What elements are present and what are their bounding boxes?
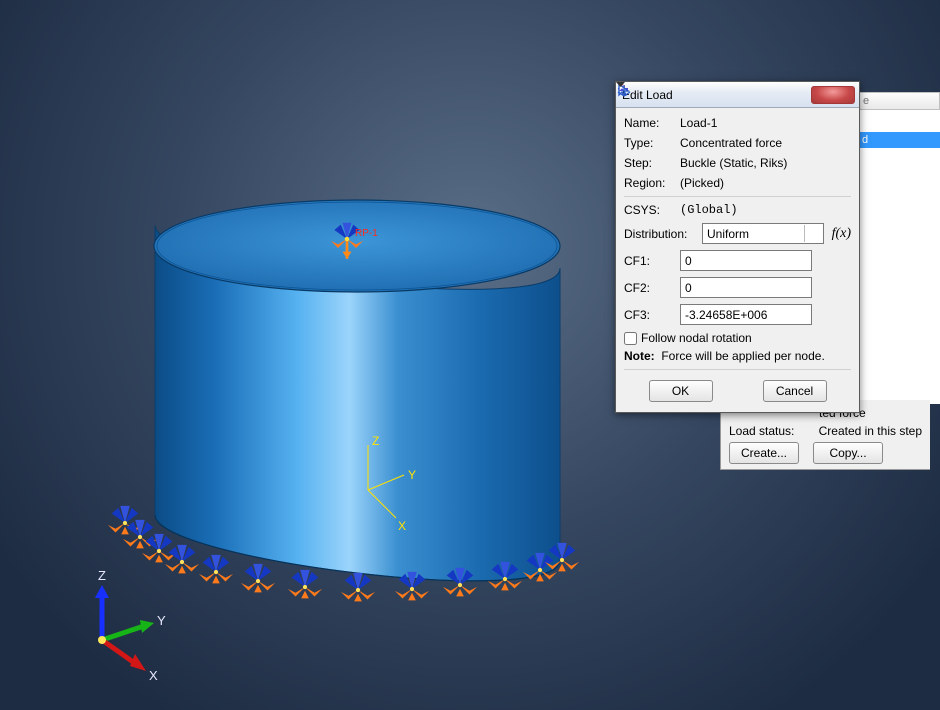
region-value: (Picked) bbox=[680, 176, 851, 190]
cf3-input[interactable] bbox=[680, 304, 812, 325]
dist-label: Distribution: bbox=[624, 227, 702, 241]
name-label: Name: bbox=[624, 116, 680, 130]
bc-marker bbox=[165, 545, 199, 574]
bc-marker bbox=[241, 564, 275, 593]
follow-nodal-input[interactable] bbox=[624, 332, 637, 345]
svg-text:Z: Z bbox=[98, 568, 106, 583]
cf2-label: CF2: bbox=[624, 281, 680, 295]
step-label: Step: bbox=[624, 156, 680, 170]
fx-button[interactable]: f(x) bbox=[832, 226, 851, 242]
follow-nodal-label: Follow nodal rotation bbox=[641, 331, 752, 345]
step-value: Buckle (Static, Riks) bbox=[680, 156, 851, 170]
axis-y-label: Y bbox=[408, 468, 416, 482]
name-value: Load-1 bbox=[680, 116, 851, 130]
cf1-label: CF1: bbox=[624, 254, 680, 268]
bc-marker bbox=[288, 570, 322, 599]
cf2-input[interactable] bbox=[680, 277, 812, 298]
bc-marker bbox=[199, 555, 233, 584]
distribution-select[interactable]: Uniform bbox=[702, 223, 824, 244]
axis-x-label: X bbox=[398, 519, 406, 533]
type-label: Type: bbox=[624, 136, 680, 150]
cancel-button[interactable]: Cancel bbox=[763, 380, 827, 402]
dialog-titlebar[interactable]: Edit Load bbox=[616, 82, 859, 108]
close-button[interactable] bbox=[811, 86, 855, 104]
bc-marker bbox=[142, 534, 176, 563]
bc-marker bbox=[341, 573, 375, 602]
view-triad: Z Y X bbox=[95, 568, 166, 683]
svg-text:RP-1: RP-1 bbox=[355, 228, 378, 239]
viewport-3d[interactable]: e d ted force Load status: Created in th… bbox=[0, 0, 940, 710]
chevron-down-icon bbox=[804, 225, 819, 242]
csys-value: (Global) bbox=[680, 203, 738, 217]
cf1-input[interactable] bbox=[680, 250, 812, 271]
note-text: Note: Force will be applied per node. bbox=[624, 349, 851, 363]
dist-value: Uniform bbox=[707, 227, 749, 241]
dialog-title: Edit Load bbox=[622, 88, 811, 102]
cylinder-model bbox=[154, 200, 560, 581]
svg-text:X: X bbox=[149, 668, 158, 683]
ok-button[interactable]: OK bbox=[649, 380, 713, 402]
type-value: Concentrated force bbox=[680, 136, 851, 150]
csys-label: CSYS: bbox=[624, 203, 680, 217]
follow-nodal-checkbox[interactable]: Follow nodal rotation bbox=[624, 331, 851, 345]
edit-load-dialog: Edit Load Name: Load-1 Type: Concentrate… bbox=[615, 81, 860, 413]
region-label: Region: bbox=[624, 176, 680, 190]
svg-text:Y: Y bbox=[157, 613, 166, 628]
axis-z-label: Z bbox=[372, 434, 379, 448]
cf3-label: CF3: bbox=[624, 308, 680, 322]
